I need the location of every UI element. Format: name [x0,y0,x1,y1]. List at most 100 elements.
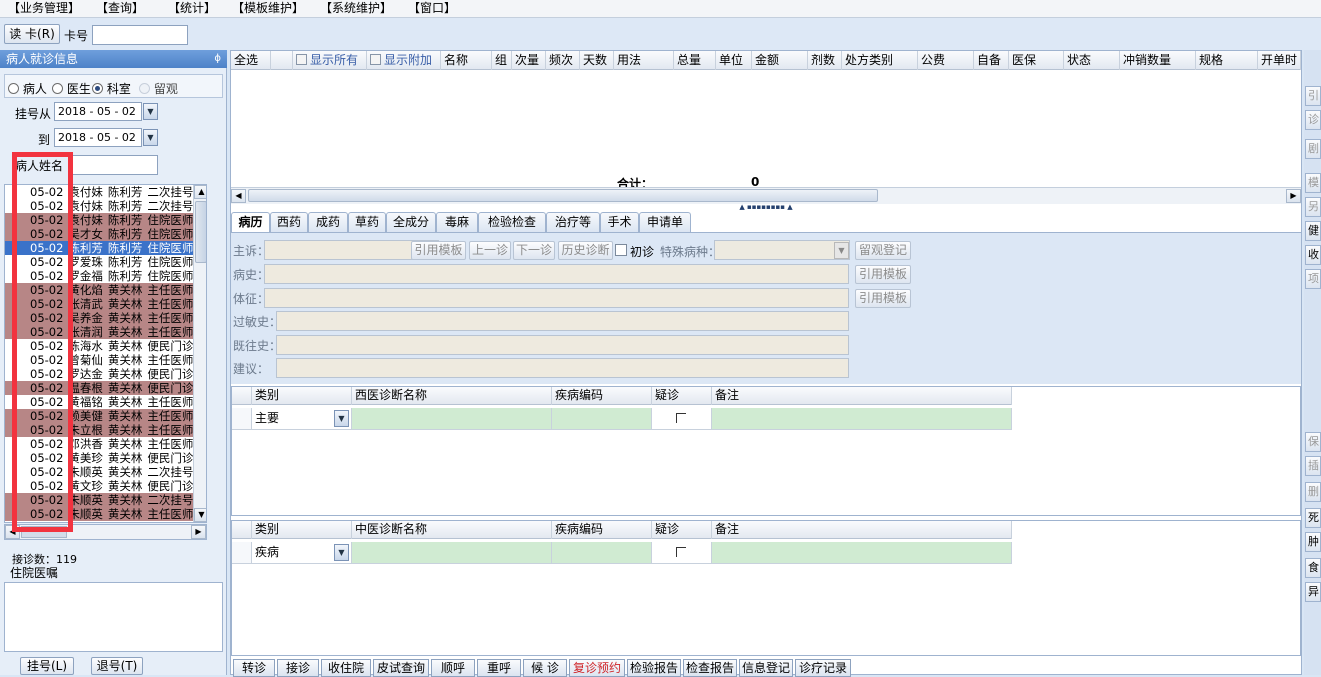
unregister-button[interactable]: 退号(T) [91,657,143,675]
cn-disease-code-cell[interactable] [552,542,652,564]
scroll-right-icon[interactable]: ▶ [191,525,206,539]
recall-button[interactable]: 重呼 [477,659,521,677]
west-suspected-checkbox-icon[interactable] [676,413,686,423]
call-next-button[interactable]: 顺呼 [431,659,475,677]
cn-category-dropdown-icon[interactable]: ▼ [334,544,349,561]
col-show-all[interactable]: 显示所有 [293,51,367,70]
menu-template[interactable]: 【模板维护】 [232,0,304,16]
cn-remark-cell[interactable] [712,542,1012,564]
skin-test-query-button[interactable]: 皮试查询 [373,659,429,677]
menu-statistics[interactable]: 【统计】 [168,0,216,16]
col-insurance[interactable]: 医保 [1009,51,1064,70]
col-name[interactable]: 名称 [441,51,492,70]
west-col-disease-code[interactable]: 疾病编码 [552,387,652,405]
west-diagnosis-name-cell[interactable] [352,408,552,430]
tab-lab-exam[interactable]: 检验检查 [478,212,546,232]
side-button-diagnose[interactable]: 诊 [1305,110,1321,130]
history-diagnosis-button[interactable]: 历史诊断 [558,241,613,260]
reg-from-dropdown-icon[interactable]: ▼ [143,103,158,120]
follow-up-booking-button[interactable]: 复诊预约 [569,659,625,677]
lab-report-button[interactable]: 检验报告 [627,659,681,677]
col-select-all[interactable]: 全选 [231,51,271,70]
admit-button[interactable]: 收住院 [321,659,371,677]
col-group[interactable]: 组 [492,51,512,70]
col-unit[interactable]: 单位 [716,51,752,70]
menu-query[interactable]: 【查询】 [96,0,144,16]
splitter-grip-icon[interactable]: ▲ ▪▪▪▪▪▪▪▪ ▲ [735,204,797,211]
past-history-field[interactable] [276,335,849,355]
cn-category-cell[interactable]: 疾病 ▼ [252,542,352,564]
rx-scroll-right-icon[interactable]: ▶ [1286,189,1301,203]
sign-field[interactable] [264,288,849,308]
patient-name-input[interactable] [70,155,158,175]
observe-register-button[interactable]: 留观登记 [855,241,911,260]
scroll-thumb[interactable] [195,201,206,263]
radio-observe[interactable]: 留观 [139,80,178,97]
cn-col-diagnosis-name[interactable]: 中医诊断名称 [352,521,552,539]
radio-patient[interactable]: 病人 [8,80,47,97]
allergy-field[interactable] [276,311,849,331]
first-visit-checkbox[interactable] [615,244,627,256]
cn-suspected-checkbox-icon[interactable] [676,547,686,557]
rx-hscroll-thumb[interactable] [248,189,878,202]
west-remark-cell[interactable] [712,408,1012,430]
west-col-suspected[interactable]: 疑诊 [652,387,712,405]
menu-business[interactable]: 【业务管理】 [8,0,80,16]
card-no-input[interactable] [92,25,188,45]
side-button-print[interactable]: 剧 [1305,139,1321,159]
col-spec[interactable]: 规格 [1196,51,1258,70]
col-reversal-qty[interactable]: 冲销数量 [1120,51,1196,70]
advice-field[interactable] [276,358,849,378]
cite-template-button-3[interactable]: 引用模板 [855,289,911,308]
tab-western-medicine[interactable]: 西药 [270,212,308,232]
col-frequency[interactable]: 频次 [546,51,580,70]
tab-patent-medicine[interactable]: 成药 [308,212,348,232]
tab-narcotics[interactable]: 毒麻 [436,212,478,232]
cn-suspected-cell[interactable] [652,542,712,564]
side-button-death[interactable]: 死 [1305,508,1321,528]
side-button-insert[interactable]: 插 [1305,456,1321,476]
col-total[interactable]: 总量 [674,51,716,70]
west-col-diagnosis-name[interactable]: 西医诊断名称 [352,387,552,405]
col-amount[interactable]: 金额 [752,51,808,70]
radio-doctor[interactable]: 医生 [52,80,91,97]
west-category-cell[interactable]: 主要 ▼ [252,408,352,430]
col-status[interactable]: 状态 [1064,51,1120,70]
waiting-button[interactable]: 候 诊 [523,659,567,677]
west-category-dropdown-icon[interactable]: ▼ [334,410,349,427]
exam-report-button[interactable]: 检查报告 [683,659,737,677]
cite-template-button-1[interactable]: 引用模板 [411,241,466,260]
col-order-time[interactable]: 开单时 [1258,51,1301,70]
side-button-template[interactable]: 模 [1305,173,1321,193]
reg-from-date[interactable]: 2018 - 05 - 02 [54,102,142,121]
col-dose[interactable]: 次量 [512,51,546,70]
cn-col-suspected[interactable]: 疑诊 [652,521,712,539]
menu-window[interactable]: 【窗口】 [408,0,456,16]
scroll-up-icon[interactable]: ▲ [194,185,206,199]
side-button-delete[interactable]: 删 [1305,482,1321,502]
next-visit-button[interactable]: 下一诊 [513,241,555,260]
tab-full-ingredients[interactable]: 全成分 [386,212,436,232]
side-button-tumor[interactable]: 肿 [1305,532,1321,552]
col-days[interactable]: 天数 [580,51,614,70]
side-button-health[interactable]: 健 [1305,221,1321,241]
cn-col-disease-code[interactable]: 疾病编码 [552,521,652,539]
col-usage[interactable]: 用法 [614,51,674,70]
special-disease-dropdown-icon[interactable]: ▼ [834,242,849,259]
prev-visit-button[interactable]: 上一诊 [469,241,511,260]
west-disease-code-cell[interactable] [552,408,652,430]
scroll-down-icon[interactable]: ▼ [194,508,206,522]
side-button-other[interactable]: 另 [1305,197,1321,217]
side-button-abnormal[interactable]: 异 [1305,582,1321,602]
register-button[interactable]: 挂号(L) [20,657,74,675]
accept-button[interactable]: 接诊 [277,659,319,677]
radio-department[interactable]: 科室 [92,80,131,97]
tab-surgery[interactable]: 手术 [600,212,639,232]
pin-icon[interactable]: ɸ [214,50,221,68]
rx-scroll-left-icon[interactable]: ◀ [231,189,246,203]
transfer-button[interactable]: 转诊 [233,659,275,677]
read-card-button[interactable]: 读 卡(R) [4,24,60,44]
side-button-food[interactable]: 食 [1305,558,1321,578]
side-button-item[interactable]: 项 [1305,269,1321,289]
west-col-category[interactable]: 类别 [252,387,352,405]
